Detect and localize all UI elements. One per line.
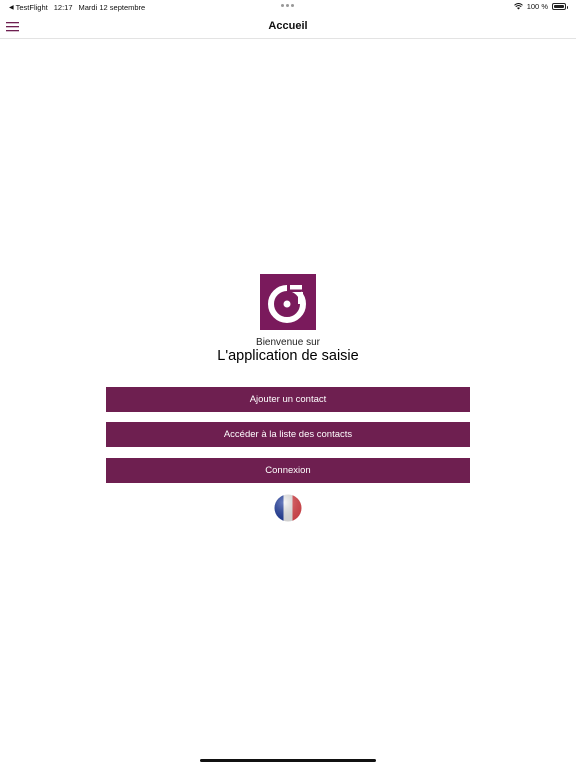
status-time: 12:17 <box>53 3 73 12</box>
app-logo-icon <box>260 274 316 330</box>
status-bar-left: ◀ TestFlight 12:17 Mardi 12 septembre <box>9 3 145 12</box>
status-bar-right: 100 % <box>513 2 568 11</box>
add-contact-button[interactable]: Ajouter un contact <box>106 387 470 412</box>
app-screen: ◀ TestFlight 12:17 Mardi 12 septembre 10… <box>0 0 576 768</box>
french-flag-icon[interactable] <box>274 494 302 522</box>
page-title: Accueil <box>268 20 308 32</box>
battery-percentage: 100 % <box>526 2 548 11</box>
status-date: Mardi 12 septembre <box>78 3 146 12</box>
multitasking-dots-icon[interactable] <box>281 4 294 7</box>
status-bar: ◀ TestFlight 12:17 Mardi 12 septembre 10… <box>0 0 576 14</box>
back-app-label[interactable]: TestFlight <box>16 3 48 12</box>
contact-list-button[interactable]: Accéder à la liste des contacts <box>106 422 470 447</box>
wifi-icon <box>513 3 523 10</box>
welcome-text: Bienvenue sur <box>256 337 320 348</box>
back-arrow-icon[interactable]: ◀ <box>9 4 14 11</box>
login-button[interactable]: Connexion <box>106 458 470 483</box>
navigation-bar: Accueil <box>0 14 576 39</box>
home-indicator[interactable] <box>200 759 376 762</box>
battery-icon <box>552 3 568 10</box>
app-name-heading: L'application de saisie <box>217 348 359 364</box>
